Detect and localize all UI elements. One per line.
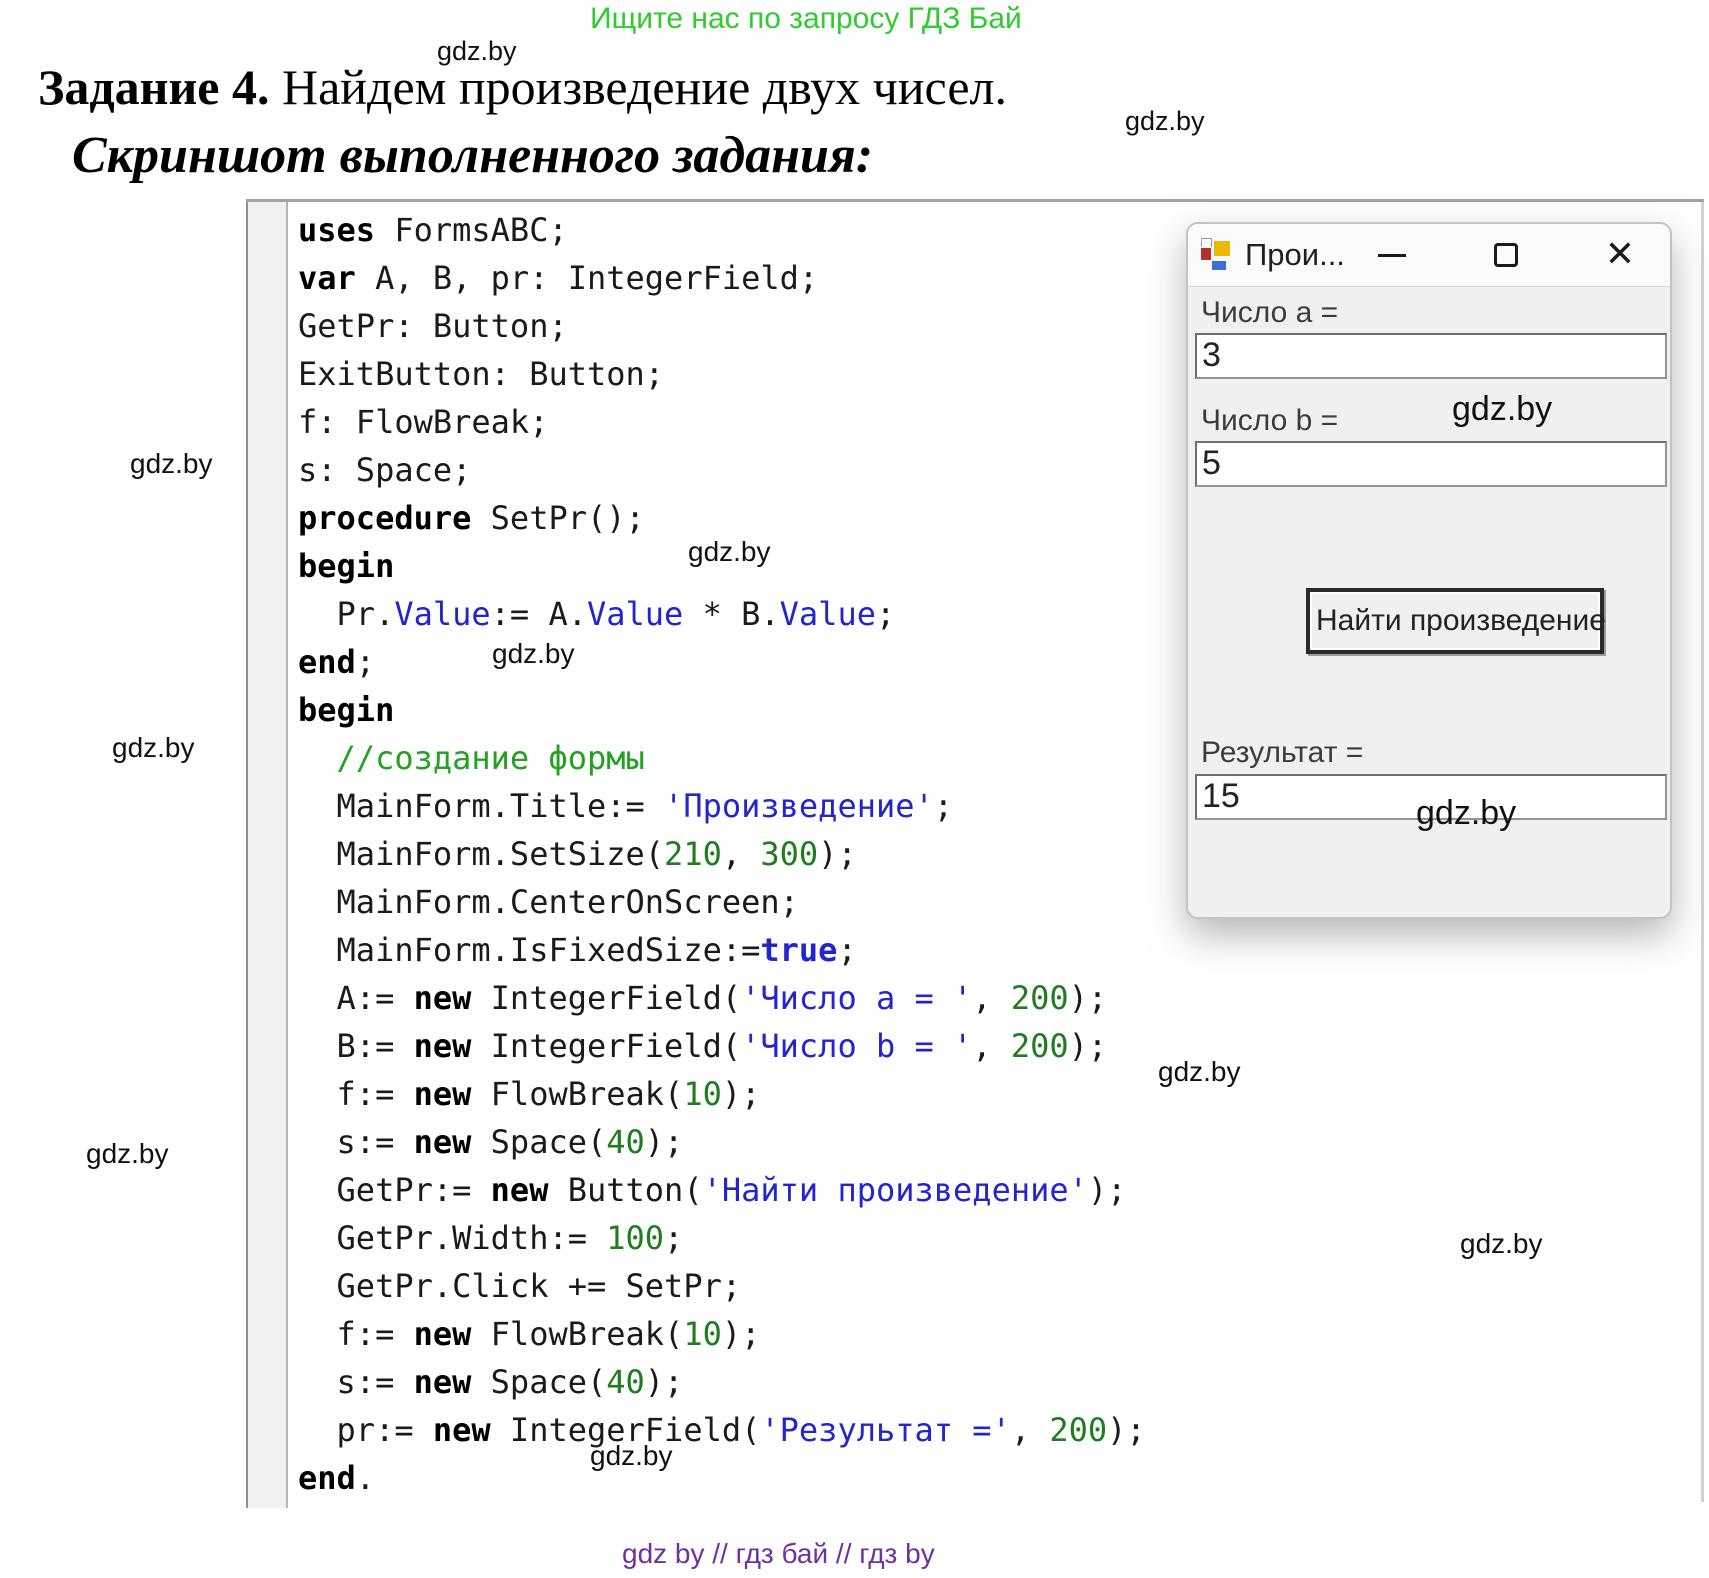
footer-text: gdz by // гдз бай // гдз by — [622, 1538, 935, 1570]
number-a-input[interactable] — [1195, 333, 1667, 379]
code-line: var A, B, pr: IntegerField; — [298, 254, 1146, 302]
app-icon-red-square — [1200, 247, 1212, 261]
minimize-icon — [1378, 254, 1406, 257]
code-line: s:= new Space(40); — [298, 1358, 1146, 1406]
watermark: gdz.by — [130, 448, 213, 480]
code-line: GetPr.Click += SetPr; — [298, 1262, 1146, 1310]
code-line: s:= new Space(40); — [298, 1118, 1146, 1166]
maximize-icon — [1494, 243, 1518, 267]
code-line: A:= new IntegerField('Число a = ', 200); — [298, 974, 1146, 1022]
watermark: gdz.by — [688, 536, 771, 568]
app-icon-yellow-square — [1213, 240, 1231, 257]
code-line: Pr.Value:= A.Value * B.Value; — [298, 590, 1146, 638]
code-line: pr:= new IntegerField('Результат =', 200… — [298, 1406, 1146, 1454]
watermark: gdz.by — [1460, 1228, 1543, 1260]
code-line: ExitButton: Button; — [298, 350, 1146, 398]
code-line: s: Space; — [298, 446, 1146, 494]
code-line: GetPr: Button; — [298, 302, 1146, 350]
code-line: uses FormsABC; — [298, 206, 1146, 254]
find-product-button[interactable]: Найти произведение — [1306, 588, 1604, 654]
watermark: gdz.by — [492, 638, 575, 670]
watermark: gdz.by — [1125, 106, 1205, 137]
watermark: gdz.by — [112, 732, 195, 764]
watermark: gdz.by — [86, 1138, 169, 1170]
close-icon: ✕ — [1605, 233, 1635, 274]
code-line: MainForm.Title:= 'Произведение'; — [298, 782, 1146, 830]
code-line: GetPr:= new Button('Найти произведение')… — [298, 1166, 1146, 1214]
label-number-b: Число b = — [1201, 404, 1338, 438]
code-line: MainForm.IsFixedSize:=true; — [298, 926, 1146, 974]
top-banner: Ищите нас по запросу ГДЗ Бай — [590, 2, 1022, 36]
code-line: MainForm.CenterOnScreen; — [298, 878, 1146, 926]
number-b-input[interactable] — [1195, 441, 1667, 487]
minimize-button[interactable] — [1372, 224, 1412, 286]
code-area-top-border — [246, 199, 1704, 202]
maximize-button[interactable] — [1486, 224, 1526, 286]
code-editor-gutter — [246, 202, 288, 1508]
code-line: B:= new IntegerField('Число b = ', 200); — [298, 1022, 1146, 1070]
task-text: Найдем произведение двух чисел. — [270, 59, 1007, 115]
code-line: end. — [298, 1454, 1146, 1502]
watermark: gdz.by — [437, 36, 517, 67]
page-subtitle: Скриншот выполненного задания: — [72, 126, 873, 185]
close-button[interactable]: ✕ — [1600, 224, 1640, 286]
watermark: gdz.by — [1416, 794, 1516, 833]
watermark: gdz.by — [1158, 1056, 1241, 1088]
code-area-right-border — [1701, 202, 1704, 1502]
code-line: MainForm.SetSize(210, 300); — [298, 830, 1146, 878]
winforms-app-icon — [1200, 238, 1234, 272]
code-line: //создание формы — [298, 734, 1146, 782]
label-result: Результат = — [1201, 736, 1363, 770]
watermark: gdz.by — [590, 1440, 673, 1472]
label-number-a: Число a = — [1201, 296, 1338, 330]
page-title: Задание 4. Найдем произведение двух чисе… — [38, 58, 1007, 116]
code-line: f: FlowBreak; — [298, 398, 1146, 446]
page: Ищите нас по запросу ГДЗ Бай Задание 4. … — [0, 0, 1709, 1578]
window-titlebar[interactable]: Прои... ✕ — [1188, 224, 1670, 287]
code-line: procedure SetPr(); — [298, 494, 1146, 542]
code-line: GetPr.Width:= 100; — [298, 1214, 1146, 1262]
code-line: f:= new FlowBreak(10); — [298, 1070, 1146, 1118]
window-title: Прои... — [1245, 237, 1345, 273]
code-line: end; — [298, 638, 1146, 686]
code-line: begin — [298, 686, 1146, 734]
code-block: uses FormsABC;var A, B, pr: IntegerField… — [298, 206, 1146, 1502]
task-number: Задание 4. — [38, 59, 270, 115]
watermark: gdz.by — [1452, 390, 1552, 429]
code-line: f:= new FlowBreak(10); — [298, 1310, 1146, 1358]
app-icon-blue-square — [1211, 260, 1227, 271]
